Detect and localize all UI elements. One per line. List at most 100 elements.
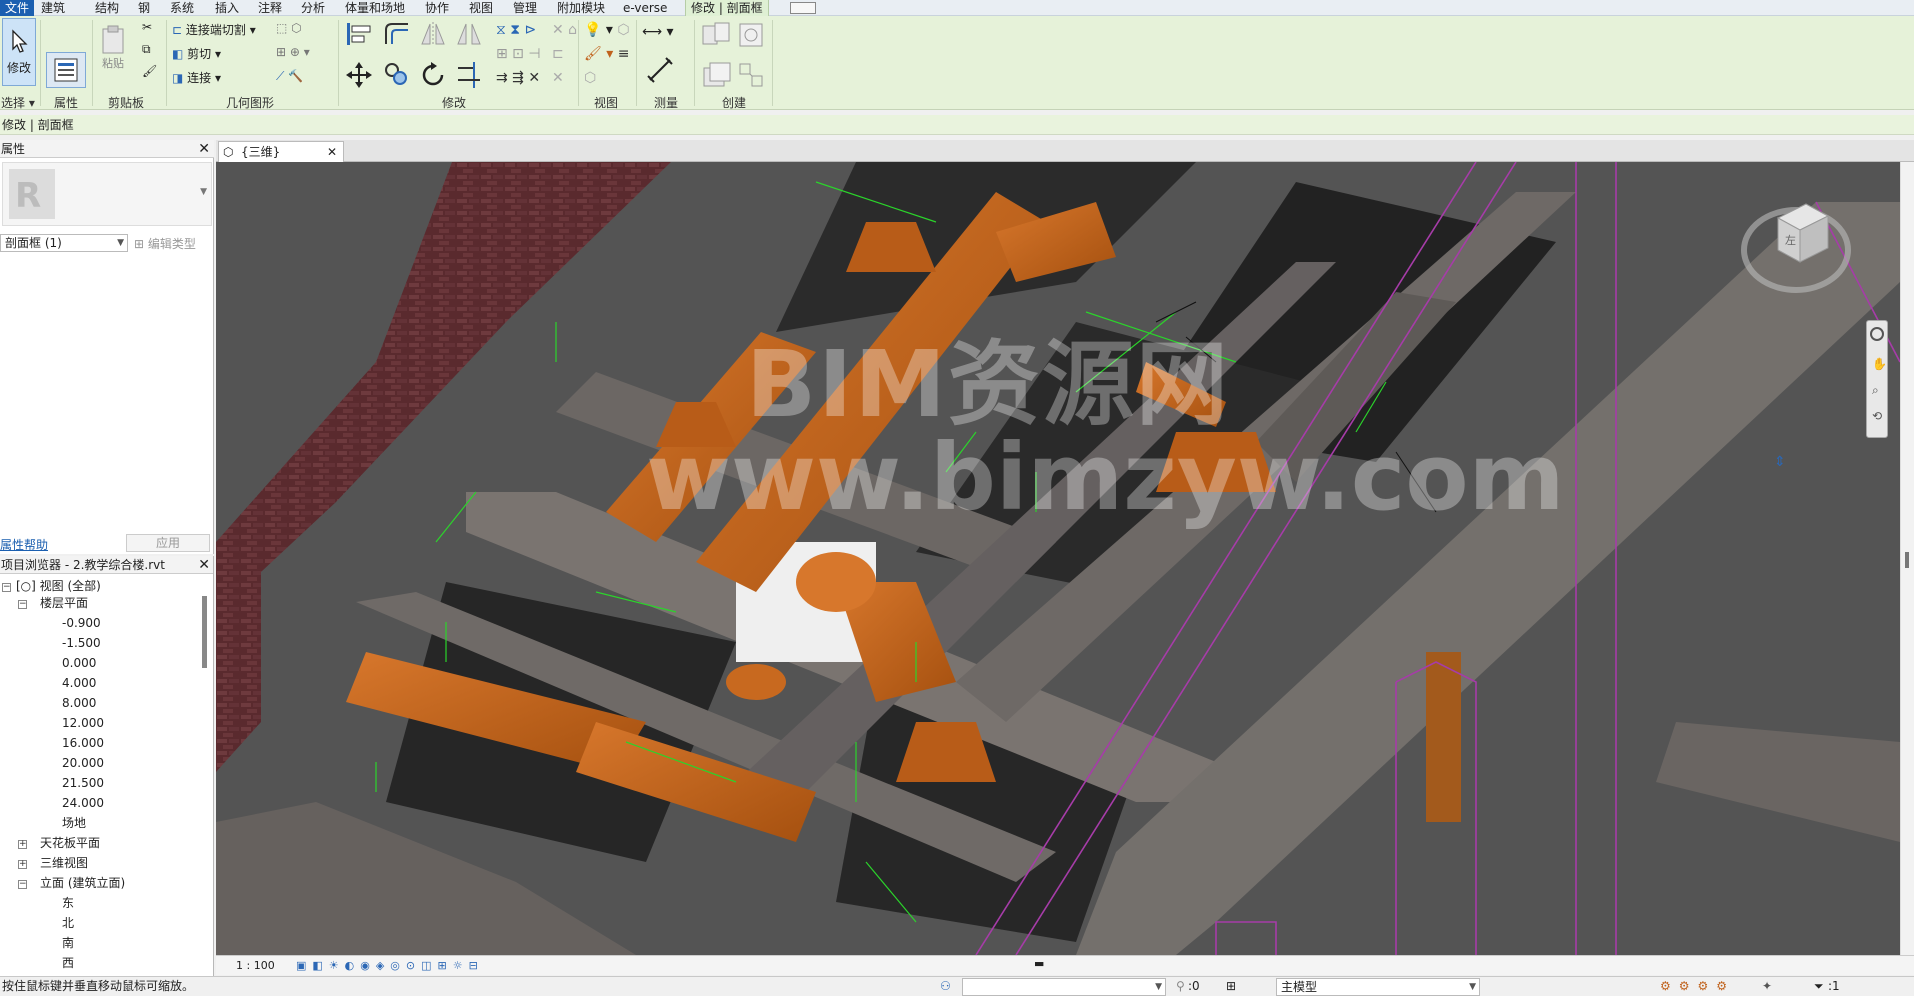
tree-elevation[interactable]: 北 (62, 915, 74, 931)
create-group-icon[interactable] (700, 60, 734, 90)
properties-help-link[interactable]: 属性帮助 (0, 536, 48, 553)
type-selector[interactable]: 剖面框 (1) ▼ (0, 234, 128, 252)
override-graphics-icon[interactable]: 🖌 ▾ ≡ (584, 46, 629, 62)
hide-in-view-icon[interactable]: 💡 ▾ ⬡ (584, 22, 630, 38)
close-icon[interactable]: ✕ (198, 140, 210, 158)
array-icon[interactable]: ⊞ ⊡ ⊣ (496, 46, 541, 62)
tree-level[interactable]: 0.000 (62, 655, 96, 671)
modify-button[interactable]: 修改 (2, 18, 36, 86)
tab-file[interactable]: 文件 (0, 0, 35, 16)
split-face-icon[interactable]: ⊞ ⊕ ▾ (276, 45, 310, 59)
tree-level[interactable]: 8.000 (62, 695, 96, 711)
create-parts-icon[interactable] (736, 20, 766, 50)
dimension-icon[interactable] (646, 56, 674, 84)
resize-handle-icon[interactable]: ▬ (1034, 954, 1044, 973)
trim-extend-icon[interactable] (454, 60, 484, 90)
tree-level[interactable]: 24.000 (62, 795, 104, 811)
collapse-toggle[interactable]: − (18, 600, 27, 609)
measure-icon[interactable]: ⟷ ▾ (642, 24, 674, 40)
tree-elevation[interactable]: 西 (62, 955, 74, 971)
create-similar-icon[interactable] (736, 60, 766, 90)
join-button[interactable]: ◨ 连接 ▾ (172, 69, 221, 86)
split-element-icon[interactable]: ⧖ ⧗ ⊳ (496, 22, 536, 38)
design-option-dropdown[interactable]: 主模型 ▼ (1276, 978, 1480, 996)
tree-ceiling-plans[interactable]: 天花板平面 (40, 835, 100, 851)
zoom-icon[interactable]: ⌕ (1872, 383, 1879, 398)
tab-modify-section-box[interactable]: 修改 | 剖面框 (685, 0, 769, 16)
mirror-draw-icon[interactable] (454, 20, 484, 48)
align-icon[interactable] (344, 20, 374, 48)
workset-dropdown[interactable]: ▼ (962, 978, 1166, 996)
tree-3d-views[interactable]: 三维视图 (40, 855, 88, 871)
match-type-icon[interactable]: 🖌 (142, 64, 157, 78)
viewcube[interactable]: 左 (1736, 182, 1856, 302)
worksets-icon[interactable]: ⚇ (940, 977, 951, 996)
create-assembly-icon[interactable] (700, 20, 734, 50)
scrollbar-thumb[interactable] (1905, 552, 1909, 568)
paint-icon[interactable]: ⟋ 🔨 (276, 69, 303, 84)
tab-structure[interactable]: 结构 (90, 0, 124, 16)
properties-button[interactable] (46, 52, 86, 88)
view-scale[interactable]: 1 : 100 (236, 956, 275, 975)
join-cut-button[interactable]: ⊏ 连接端切割 ▾ (172, 21, 256, 38)
pan-icon[interactable]: ✋ (1872, 357, 1887, 371)
select-options-icons[interactable]: ⚙⚙⚙⚙ (1660, 977, 1735, 996)
copy-icon[interactable]: ⧉ (142, 42, 151, 57)
tab-systems[interactable]: 系统 (165, 0, 199, 16)
tree-level[interactable]: 21.500 (62, 775, 104, 791)
scrollbar-thumb[interactable] (202, 596, 207, 668)
tab-addins[interactable]: 附加模块 (552, 0, 610, 16)
pin-icon[interactable]: ✕ ⌂ (552, 22, 577, 38)
orbit-icon[interactable]: ⟲ (1872, 409, 1882, 423)
tree-elevation[interactable]: 南 (62, 935, 74, 951)
panel-select[interactable]: 选择 ▾ (1, 94, 35, 111)
vertical-scrollbar[interactable] (1900, 162, 1914, 955)
tree-floor-plans[interactable]: 楼层平面 (40, 595, 88, 611)
tree-elevations[interactable]: 立面 (建筑立面) (40, 875, 125, 891)
unpin-icon[interactable]: ⇉ ⇶ ✕ (496, 70, 540, 86)
tab-insert[interactable]: 插入 (210, 0, 244, 16)
tree-level[interactable]: 16.000 (62, 735, 104, 751)
tab-massing-site[interactable]: 体量和场地 (340, 0, 410, 16)
background-process-icon[interactable]: ✦ (1762, 977, 1772, 996)
close-icon[interactable]: ✕ (327, 142, 337, 162)
steering-wheel-icon[interactable] (1870, 327, 1884, 341)
tree-level[interactable]: 12.000 (62, 715, 104, 731)
tab-analyze[interactable]: 分析 (296, 0, 330, 16)
tab-collaborate[interactable]: 协作 (420, 0, 454, 16)
paste-button[interactable]: 粘贴 (96, 20, 130, 76)
view-switch-icon[interactable] (790, 2, 816, 14)
collapse-toggle[interactable]: − (2, 583, 11, 592)
3d-viewport[interactable]: BIM资源网 www.bimzyw.com 左 ✋ ⌕ ⟲ ⇕ (216, 162, 1900, 955)
view-control-icons[interactable]: ▣◧☀◐◉◈◎⊙◫⊞☼⊟ (296, 956, 484, 975)
close-icon[interactable]: ✕ (198, 556, 210, 574)
tree-elevation[interactable]: 东 (62, 895, 74, 911)
tab-annotate[interactable]: 注释 (253, 0, 287, 16)
tree-level[interactable]: 4.000 (62, 675, 96, 691)
design-options-icon[interactable]: ⊞ (1226, 977, 1236, 996)
wall-joins-icon[interactable]: ⬚ ⬡ (276, 21, 302, 35)
tab-architecture[interactable]: 建筑 (36, 0, 70, 16)
cut-scissors-icon[interactable]: ✂ (142, 20, 152, 34)
grip-arrow-icon[interactable]: ⇕ (1774, 454, 1786, 470)
tab-manage[interactable]: 管理 (508, 0, 542, 16)
tree-level[interactable]: -1.500 (62, 635, 101, 651)
tab-view[interactable]: 视图 (464, 0, 498, 16)
delete-icon[interactable]: ✕ (552, 70, 564, 86)
expand-toggle[interactable]: + (18, 840, 27, 849)
tree-views-all[interactable]: [○] 视图 (全部) (16, 578, 101, 594)
tree-level[interactable]: -0.900 (62, 615, 101, 631)
offset-icon[interactable] (382, 20, 412, 48)
type-preview[interactable]: R ▼ (2, 162, 212, 226)
collapse-toggle[interactable]: − (18, 880, 27, 889)
filter-icon[interactable]: ⏷ (1814, 977, 1824, 996)
tab-steel[interactable]: 钢 (133, 0, 155, 16)
selection-filter-icon[interactable]: ⚲ (1176, 977, 1185, 996)
tree-level[interactable]: 场地 (62, 815, 86, 831)
tab-3d-view[interactable]: ⬡ {三维} ✕ (218, 141, 344, 162)
edit-type-button[interactable]: ⊞ 编辑类型 (134, 235, 196, 252)
apply-button[interactable]: 应用 (126, 534, 210, 552)
move-icon[interactable] (344, 60, 374, 90)
scale-icon[interactable]: ⊏ (552, 46, 564, 62)
cut-button[interactable]: ◧ 剪切 ▾ (172, 45, 221, 62)
